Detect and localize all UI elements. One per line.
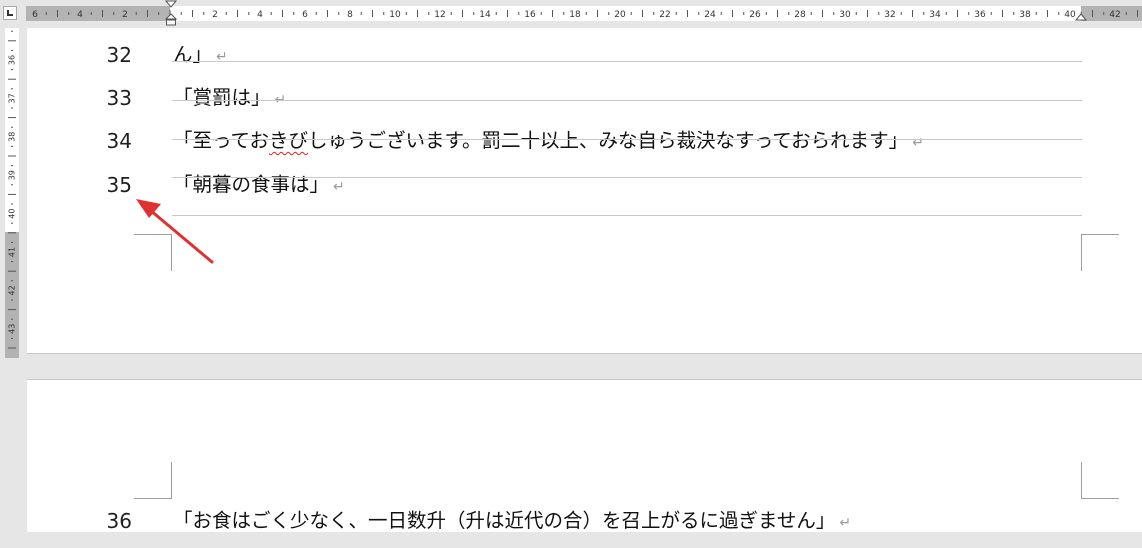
ruler-ticks: 6 4 2 2 4 6 8 10 12 14 16 18 20 22 24 26 28 30 32 34 36 38 40 4… [32, 10, 1138, 20]
tab-stop-selector-icon[interactable] [3, 6, 17, 20]
ruler-label: 2 [122, 10, 128, 20]
crop-mark [171, 462, 172, 499]
crop-mark [171, 234, 172, 271]
line-text[interactable]: 「至っておきびしゅうございます。罰二十以上、みな自ら裁決なすっておられます」 ↵ [173, 128, 924, 156]
ruler-label: 6 [32, 10, 38, 20]
line-number: 32 [106, 43, 132, 67]
document-line[interactable]: 34 「至っておきびしゅうございます。罰二十以上、みな自ら裁決なすっておられます… [27, 128, 1142, 166]
hanging-indent-icon[interactable] [165, 13, 177, 27]
text-boundary-line [172, 177, 1082, 178]
ruler-label: 38 [1019, 10, 1031, 20]
crop-mark [134, 498, 172, 499]
ruler-label: 36 [974, 10, 986, 20]
crop-mark [1081, 234, 1082, 271]
paragraph-mark-icon: ↵ [839, 515, 852, 531]
ruler-label: 39 [8, 170, 17, 180]
ruler-label: 4 [77, 10, 83, 20]
ruler-label: 16 [524, 10, 536, 20]
line-text[interactable]: 「賞罰は」 ↵ [173, 85, 286, 113]
line-number: 35 [106, 173, 132, 197]
ruler-label: 10 [389, 10, 401, 20]
ruler-label: 26 [749, 10, 761, 20]
ruler-label: 42 [8, 285, 17, 295]
paragraph-mark-icon: ↵ [216, 49, 228, 65]
ruler-label: 40 [8, 209, 17, 219]
paragraph-mark-icon: ↵ [333, 179, 345, 195]
ruler-label: 2 [212, 10, 218, 20]
ruler-label: 22 [659, 10, 670, 20]
ruler-label: 36 [8, 55, 17, 65]
ruler-label: 32 [884, 10, 895, 20]
text-boundary-line [172, 100, 1082, 101]
ruler-label: 6 [302, 10, 308, 20]
crop-mark [1081, 462, 1082, 499]
ruler-label: 28 [794, 10, 806, 20]
ruler-label: 43 [8, 324, 17, 334]
ruler-label: 24 [704, 10, 716, 20]
ruler-label: 8 [347, 10, 353, 20]
line-text[interactable]: ん」 ↵ [173, 42, 228, 70]
document-line[interactable]: 36 「お食はごく少なく、一日数升（升は近代の合）を召上がるに過ぎません」 ↵ [27, 508, 1142, 546]
line-number: 33 [106, 86, 132, 110]
ruler-label: 34 [929, 10, 941, 20]
ruler-label: 37 [8, 93, 17, 103]
ruler-label: 41 [8, 247, 17, 257]
paragraph-mark-icon: ↵ [912, 135, 924, 151]
ruler-label: 18 [569, 10, 581, 20]
right-indent-icon[interactable] [1075, 13, 1087, 23]
text-boundary-line [172, 61, 1082, 62]
horizontal-ruler-bar: 6 4 2 2 4 6 8 10 12 14 16 18 20 22 24 26 28 30 32 34 36 38 40 4… [0, 0, 1142, 26]
vertical-ruler[interactable]: 36 37 38 39 40 41 42 43 [5, 28, 19, 358]
text-boundary-line [172, 139, 1082, 140]
horizontal-ruler[interactable]: 6 4 2 2 4 6 8 10 12 14 16 18 20 22 24 26 28 30 32 34 36 38 40 4… [26, 0, 1142, 26]
text-boundary-line [172, 215, 1082, 216]
ruler-label: 20 [614, 10, 626, 20]
line-number: 34 [106, 129, 132, 153]
spelling-flagged-word[interactable]: きび [269, 129, 308, 152]
document-page-1[interactable]: 32 ん」 ↵ 33 「賞罰は」 ↵ 34 「至っておきびしゅうございます。罰二十以… [27, 28, 1142, 354]
document-line[interactable]: 33 「賞罰は」 ↵ [27, 85, 1142, 123]
line-text[interactable]: 「お食はごく少なく、一日数升（升は近代の合）を召上がるに過ぎません」 ↵ [173, 508, 851, 536]
ruler-label: 14 [479, 10, 491, 20]
ruler-label: 4 [257, 10, 263, 20]
document-page-2[interactable]: 36 「お食はごく少なく、一日数升（升は近代の合）を召上がるに過ぎません」 ↵ [27, 379, 1142, 533]
line-number: 36 [106, 509, 132, 533]
ruler-label: 30 [839, 10, 851, 20]
crop-mark [1081, 498, 1119, 499]
crop-mark [134, 234, 172, 235]
vruler-ticks: 36 37 38 39 40 41 42 43 [8, 30, 17, 349]
ruler-label: 12 [434, 10, 445, 20]
ruler-label: 38 [8, 132, 17, 142]
crop-mark [1081, 234, 1119, 235]
ruler-label: 42 [1109, 10, 1120, 20]
